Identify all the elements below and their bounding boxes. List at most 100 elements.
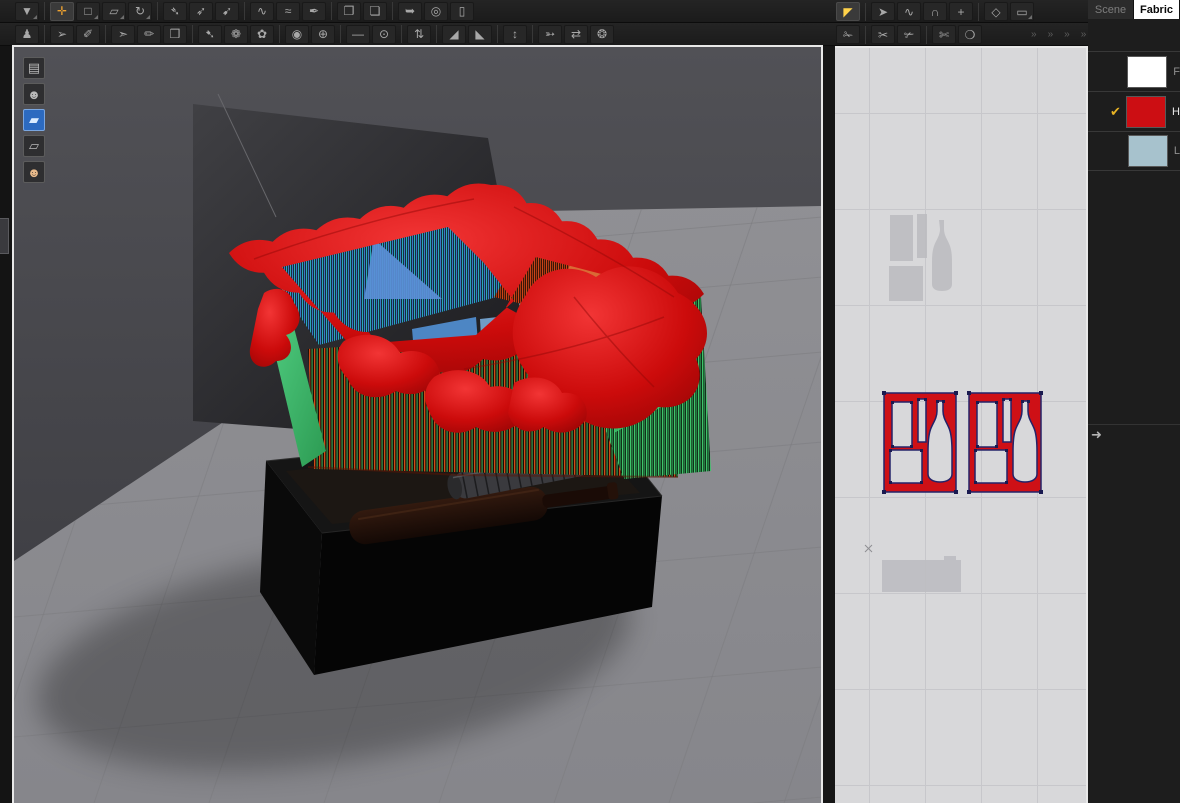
toolbar-row-1: ▼ ✛ □ ▱ ↻ ➴ ➶ ➹ ∿ ≈ ✒ ❐ ❏ ➥ ◎ ▯ ◤ ➤ ∿ ∩ + ◇ ▭ <box>0 0 1090 23</box>
show-pattern-toggle[interactable]: ▱ <box>23 135 45 157</box>
toolbar-group-separator <box>340 25 341 43</box>
tab-fabric[interactable]: Fabric <box>1134 0 1180 19</box>
move-tool-icon[interactable]: ✛ <box>50 1 74 21</box>
show-skin-toggle[interactable]: ☻ <box>23 161 45 183</box>
pin-tool-icon[interactable]: ➴ <box>163 1 187 21</box>
import-dropdown-icon[interactable]: ▼ <box>15 1 39 21</box>
edit-curvature-2d-icon[interactable]: ∿ <box>897 2 921 21</box>
viewport-2d[interactable] <box>835 46 1088 803</box>
application-window: ▼ ✛ □ ▱ ↻ ➴ ➶ ➹ ∿ ≈ ✒ ❐ ❏ ➥ ◎ ▯ ◤ ➤ ∿ ∩ + ◇ ▭ ♟ ➢ ✐ ➣ ✏ ❒ ➷ ❁ ✿ ◉ ⊕ — ⊙ ⇅ ◢… <box>0 0 1180 803</box>
show-garment-toggle[interactable]: ▤ <box>23 57 45 79</box>
detach-sewing-tool-icon[interactable]: ✄ <box>932 25 956 44</box>
sewing-curve-tool-icon[interactable]: ∿ <box>250 1 274 21</box>
toolbar-row-2-3d-tools: ♟ ➢ ✐ ➣ ✏ ❒ ➷ ❁ ✿ ◉ ⊕ — ⊙ ⇅ ◢ ◣ ↕ ➳ ⇄ ❂ <box>14 24 615 45</box>
fabric-item-white[interactable]: F <box>1088 51 1180 91</box>
seam-line-tool-icon[interactable]: — <box>346 24 370 44</box>
flower-tool-icon[interactable]: ✿ <box>250 24 274 44</box>
pattern-piece-2[interactable] <box>966 390 1044 495</box>
toolbar-group-separator <box>401 25 402 43</box>
plane-tool-icon[interactable]: ◣ <box>468 24 492 44</box>
free-sewing-tool-icon[interactable]: ✂ <box>871 25 895 44</box>
inspect-sewing-tool-icon[interactable]: ❍ <box>958 25 982 44</box>
toolbar-group-separator <box>331 2 332 20</box>
fabric-color-swatch[interactable] <box>1127 55 1168 88</box>
edit-curve-point-2d-icon[interactable]: ∩ <box>923 2 947 21</box>
rectangle-select-tool-icon[interactable]: □ <box>76 1 100 21</box>
toolbar-group-separator <box>44 25 45 43</box>
rotate-tool-icon[interactable]: ↻ <box>128 1 152 21</box>
fabric-color-swatch[interactable] <box>1127 135 1168 167</box>
panel-divider <box>1088 424 1180 425</box>
panel-expand-arrow[interactable]: ➜ <box>1091 427 1102 443</box>
button-tool-icon[interactable]: ⊕ <box>311 24 335 44</box>
collapsed-groups: » » » » <box>1031 29 1086 40</box>
fold-panels-tool-icon[interactable]: ❐ <box>337 1 361 21</box>
toolbar-group-separator <box>157 2 158 20</box>
drape-garment-tool-icon[interactable]: ❏ <box>363 1 387 21</box>
add-point-2d-icon[interactable]: + <box>949 2 973 21</box>
zipper-tool-icon[interactable]: ⇅ <box>407 24 431 44</box>
toolbar-group-separator <box>497 25 498 43</box>
pin-garment-tool-icon[interactable]: ➹ <box>215 1 239 21</box>
needle-garment-tool-icon[interactable]: ✒ <box>302 1 326 21</box>
walk-avatar-tool-icon[interactable]: ♟ <box>15 24 39 44</box>
transform-pattern-2d-icon[interactable]: ◤ <box>836 2 860 21</box>
pattern-piece-1[interactable] <box>881 390 959 495</box>
tack-tool-icon[interactable]: ➷ <box>198 24 222 44</box>
select-button-tool-icon[interactable]: ◉ <box>285 24 309 44</box>
copy-garment-tool-icon[interactable]: ❒ <box>163 24 187 44</box>
select-plane-tool-icon[interactable]: ◢ <box>442 24 466 44</box>
toolbar-group-separator <box>279 25 280 43</box>
edit-pattern-2d-icon[interactable]: ➤ <box>871 2 895 21</box>
toolbar-group-separator <box>865 2 866 21</box>
lock-stitch-tool-icon[interactable]: ⊙ <box>372 24 396 44</box>
right-panel: Scene Fabric F ✔ H L ➜ <box>1088 0 1180 803</box>
toolbar-group-separator <box>978 2 979 21</box>
toolbar-group-separator <box>105 25 106 43</box>
fabric-item-red[interactable]: ✔ H <box>1088 91 1180 131</box>
fabric-label: H <box>1172 105 1180 118</box>
scene-3d-canvas[interactable] <box>14 47 823 803</box>
select-flower-tool-icon[interactable]: ❁ <box>224 24 248 44</box>
pin-spread-tool-icon[interactable]: ↕ <box>503 24 527 44</box>
tab-scene[interactable]: Scene <box>1088 0 1134 19</box>
collapsed-group-chevron[interactable]: » <box>1081 29 1087 40</box>
show-avatar-toggle[interactable]: ☻ <box>23 83 45 105</box>
wave-cloth-tool-icon[interactable]: ≈ <box>276 1 300 21</box>
edit-garment-tool-icon[interactable]: ✏ <box>137 24 161 44</box>
brush-cloth-tool-icon[interactable]: ✐ <box>76 24 100 44</box>
show-fabric-toggle[interactable]: ▰ <box>23 109 45 131</box>
select-cloth-tool-icon[interactable]: ➢ <box>50 24 74 44</box>
viewport-3d[interactable]: ▤ ☻ ▰ ▱ ☻ <box>12 45 823 803</box>
curve-sewing-tool-icon[interactable]: ✃ <box>897 25 921 44</box>
select-curve-tool-icon[interactable]: ➥ <box>398 1 422 21</box>
ruler-tool-icon[interactable]: ▯ <box>450 1 474 21</box>
fit-garment-tool-icon[interactable]: ⇄ <box>564 24 588 44</box>
polygon-2d-icon[interactable]: ◇ <box>984 2 1008 21</box>
fabric-label: L <box>1173 145 1180 157</box>
toolbar-row-2: ♟ ➢ ✐ ➣ ✏ ❒ ➷ ❁ ✿ ◉ ⊕ — ⊙ ⇅ ◢ ◣ ↕ ➳ ⇄ ❂ ✁ ✂ ✃ ✄ ❍ » » » » <box>0 23 1090 46</box>
select-fit-tool-icon[interactable]: ➳ <box>538 24 562 44</box>
collapsed-group-chevron[interactable]: » <box>1064 29 1070 40</box>
toolbar-group-separator <box>926 25 927 44</box>
rectangle-2d-icon[interactable]: ▭ <box>1010 2 1034 21</box>
fabric-color-swatch[interactable] <box>1126 95 1167 128</box>
wrap-sphere-tool-icon[interactable]: ❂ <box>590 24 614 44</box>
pin-cloth-tool-icon[interactable]: ➶ <box>189 1 213 21</box>
segment-sewing-tool-icon[interactable]: ✁ <box>836 25 860 44</box>
left-edge-handle[interactable] <box>0 218 9 254</box>
viewport-3d-toggles: ▤ ☻ ▰ ▱ ☻ <box>23 57 45 183</box>
collapsed-group-chevron[interactable]: » <box>1031 29 1037 40</box>
select-garment-tool-icon[interactable]: ➣ <box>111 24 135 44</box>
pattern-2d-canvas[interactable] <box>835 48 1086 803</box>
collapsed-group-chevron[interactable]: » <box>1048 29 1054 40</box>
toolbar-row-1-3d-tools: ▼ ✛ □ ▱ ↻ ➴ ➶ ➹ ∿ ≈ ✒ ❐ ❏ ➥ ◎ ▯ <box>14 1 475 22</box>
toolbar-group-separator <box>392 2 393 20</box>
tape-measure-tool-icon[interactable]: ◎ <box>424 1 448 21</box>
transform-pattern-tool-icon[interactable]: ▱ <box>102 1 126 21</box>
origin-mark <box>864 544 873 553</box>
fabric-label: F <box>1173 65 1180 78</box>
toolbar-group-separator <box>192 25 193 43</box>
fabric-item-blue[interactable]: L <box>1088 131 1180 171</box>
toolbar-group-separator <box>244 2 245 20</box>
